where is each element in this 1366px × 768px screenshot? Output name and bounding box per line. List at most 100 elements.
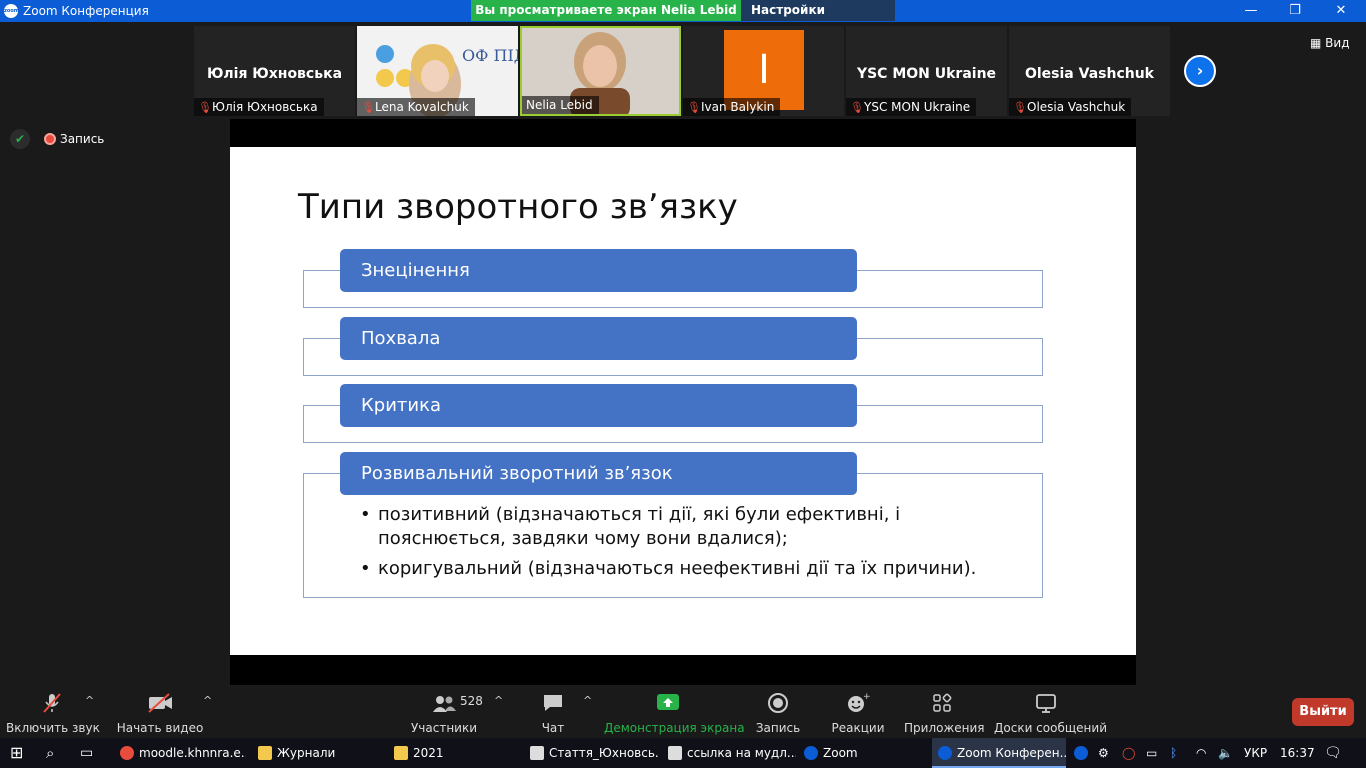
battery-icon[interactable]: ▭ [1146, 738, 1157, 768]
view-settings-button[interactable]: Настройки просмотра ⌄ [741, 0, 895, 38]
zoom-icon [938, 746, 952, 760]
smiley-icon: + [830, 692, 886, 714]
whiteboard-icon [994, 692, 1098, 714]
chat-icon [530, 692, 576, 714]
search-icon[interactable]: ⌕ [46, 738, 54, 768]
chat-label: Чат [541, 721, 565, 735]
volume-icon[interactable]: 🔈 [1218, 738, 1233, 768]
tray-opera-icon[interactable]: ◯ [1122, 738, 1135, 768]
security-shield-icon[interactable]: ✔ [10, 129, 30, 149]
participant-name-label: 🎙YSC MON Ukraine [846, 98, 977, 116]
participant-tile-speaking[interactable]: Nelia Lebid [520, 26, 681, 116]
slide-item-pill: Розвивальний зворотний зв’язок [340, 452, 857, 495]
record-dot-icon [44, 133, 56, 145]
recording-indicator[interactable]: Запись [40, 129, 112, 149]
minimize-button[interactable]: — [1228, 0, 1274, 22]
apps-button[interactable]: Приложения [904, 686, 985, 738]
start-video-button[interactable]: Начать видео [116, 686, 204, 738]
grid-view-icon: ▦ [1310, 36, 1322, 50]
close-window-button[interactable]: ✕ [1318, 0, 1364, 22]
maximize-button[interactable]: ❐ [1272, 0, 1318, 22]
presentation-slide: Типи зворотного зв’язку Знецінення Похва… [230, 147, 1136, 655]
taskbar-item-zoom-meeting[interactable]: Zoom Конферен... [932, 738, 1066, 768]
taskbar-item-document[interactable]: Стаття_Юхновсь... [524, 738, 658, 768]
meeting-main-area: Юлія Юхновська 🎙Юлія Юхновська ОФ ПІДТРИ… [0, 22, 1366, 686]
participant-tile[interactable]: Юлія Юхновська 🎙Юлія Юхновська [194, 26, 355, 116]
recording-label: Запись [60, 132, 105, 146]
participants-button[interactable]: 528 Участники [408, 686, 483, 738]
clock[interactable]: 16:37 [1280, 738, 1315, 768]
apps-label: Приложения [904, 721, 985, 735]
participant-name-label: 🎙Юлія Юхновська [194, 98, 324, 116]
notifications-icon[interactable]: 🗨 [1324, 738, 1342, 768]
bluetooth-icon[interactable]: ᛒ [1170, 738, 1177, 768]
record-button[interactable]: Запись [750, 686, 806, 738]
slide-item-pill: Критика [340, 384, 857, 427]
whiteboards-button[interactable]: Доски сообщений [994, 686, 1107, 738]
participant-big-name: Юлія Юхновська [206, 66, 343, 82]
participant-name-label: Nelia Lebid [522, 96, 599, 114]
participant-tile[interactable]: I 🎙Ivan Balykin [683, 26, 844, 116]
reactions-button[interactable]: + Реакции [830, 686, 886, 738]
mic-muted-icon: 🎙 [687, 101, 701, 114]
wifi-icon[interactable]: ◠ [1196, 738, 1206, 768]
windows-taskbar: ⊞ ⌕ ▭ moodle.khnnra.e... Журнали 2021 Ст… [0, 738, 1366, 768]
participant-tile[interactable]: YSC MON Ukraine 🎙YSC MON Ukraine [846, 26, 1007, 116]
logo-text: ОФ ПІДТРИМКИ [462, 46, 518, 65]
mic-muted-icon: 🎙 [850, 101, 864, 114]
word-document-icon [668, 746, 682, 760]
slide-bullet: позитивний (відзначаються ті дії, які бу… [360, 503, 1000, 551]
zoom-icon [804, 746, 818, 760]
word-document-icon [530, 746, 544, 760]
windows-start-icon[interactable]: ⊞ [10, 738, 23, 768]
start-video-label: Начать видео [116, 721, 204, 735]
taskbar-item-zoom[interactable]: Zoom [798, 738, 928, 768]
zoom-app-icon: zoom [4, 4, 19, 18]
participants-icon: 528 [408, 692, 483, 714]
slide-item-pill: Похвала [340, 317, 857, 360]
participant-big-name: Olesia Vashchuk [1024, 66, 1154, 82]
chat-button[interactable]: Чат [530, 686, 576, 738]
tray-zoom-icon[interactable] [1074, 738, 1088, 768]
chat-options-caret[interactable]: ^ [583, 694, 592, 707]
next-participants-button[interactable]: › [1184, 55, 1216, 87]
share-screen-label: Демонстрация экрана [604, 721, 745, 735]
video-options-caret[interactable]: ^ [203, 694, 212, 707]
folder-icon [394, 746, 408, 760]
reactions-label: Реакции [831, 721, 885, 735]
participant-name-label: 🎙Olesia Vashchuk [1009, 98, 1132, 116]
language-indicator[interactable]: УКР [1244, 738, 1267, 768]
tray-network-share-icon[interactable]: ⚙ [1098, 738, 1109, 768]
shared-screen: Типи зворотного зв’язку Знецінення Похва… [230, 119, 1136, 685]
video-off-icon [116, 692, 204, 714]
view-button-label: Вид [1325, 36, 1350, 50]
participant-name-label: 🎙Lena Kovalchuk [357, 98, 475, 116]
record-label: Запись [755, 721, 801, 735]
slide-item-pill: Знецінення [340, 249, 857, 292]
taskbar-item-folder[interactable]: 2021 [388, 738, 518, 768]
mic-muted-icon: 🎙 [1013, 101, 1027, 114]
view-button[interactable]: ▦ Вид [1310, 32, 1358, 54]
taskbar-item-folder[interactable]: Журнали [252, 738, 382, 768]
audio-options-caret[interactable]: ^ [85, 694, 94, 707]
participant-tile[interactable]: ОФ ПІДТРИМКИ 🎙Lena Kovalchuk [357, 26, 518, 116]
record-icon [750, 692, 806, 714]
participant-big-name: YSC MON Ukraine [856, 66, 997, 82]
mic-muted-icon: 🎙 [361, 101, 375, 114]
participant-name-label: 🎙Ivan Balykin [683, 98, 781, 116]
slide-bullet: коригувальний (відзначаються неефективні… [360, 557, 1000, 581]
participant-tile[interactable]: Olesia Vashchuk 🎙Olesia Vashchuk [1009, 26, 1170, 116]
taskbar-item-document[interactable]: ссылка на мудл.... [662, 738, 796, 768]
window-titlebar: zoom Zoom Конференция Вы просматриваете … [0, 0, 1366, 38]
chrome-icon [120, 746, 134, 760]
participants-options-caret[interactable]: ^ [494, 694, 503, 707]
window-title: Zoom Конференция [23, 4, 149, 18]
apps-icon [904, 692, 980, 714]
taskbar-item-chrome[interactable]: moodle.khnnra.e... [114, 738, 246, 768]
slide-title: Типи зворотного зв’язку [298, 187, 738, 227]
share-screen-button[interactable]: Демонстрация экрана [604, 686, 745, 738]
leave-meeting-button[interactable]: Выйти [1292, 698, 1354, 726]
task-view-icon[interactable]: ▭ [80, 738, 93, 768]
participants-label: Участники [410, 721, 478, 735]
share-screen-icon [604, 692, 732, 714]
